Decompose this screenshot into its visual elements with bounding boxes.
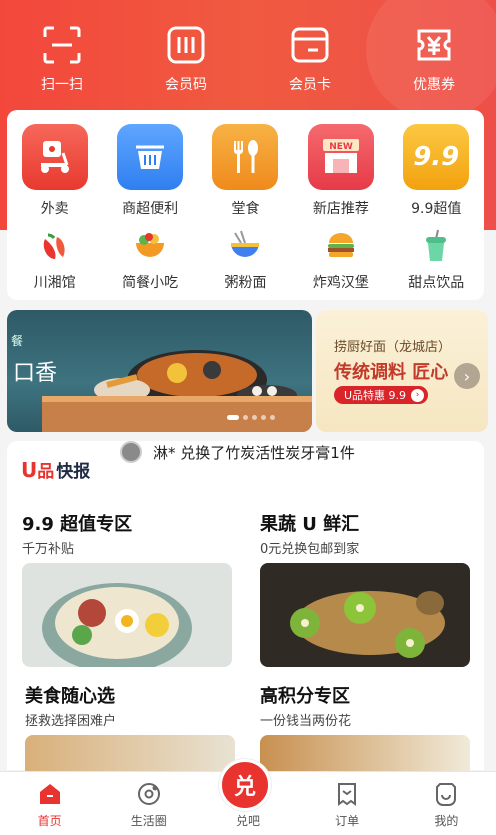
kiwi-image (260, 563, 470, 667)
member-card-icon (289, 24, 331, 66)
promo-fruit-veg[interactable]: 果蔬 U 鲜汇 0元兑换包邮到家 (260, 510, 475, 667)
new-badge: NEW (329, 142, 353, 152)
news-brand: U 品 快报 (21, 457, 91, 483)
tab-label: 生活圈 (130, 814, 167, 828)
category-label: 堂食 (231, 201, 260, 217)
promo-title: 高积分专区 (260, 686, 350, 707)
category-label: 甜点饮品 (408, 275, 465, 291)
main-banner[interactable]: 餐 口香 (7, 310, 312, 432)
coupon-label: 优惠券 (413, 77, 455, 93)
new-store-icon: NEW (307, 124, 374, 190)
promo-high-points[interactable]: 高积分专区 一份钱当两份花 (260, 682, 475, 785)
nine-nine-icon: 9.9 (403, 124, 470, 190)
bowl-food-icon (131, 228, 169, 264)
category-snacks[interactable]: 简餐小吃 (102, 228, 197, 292)
promo-subtitle: 千万补贴 (22, 542, 75, 557)
category-takeout[interactable]: 外卖 (7, 124, 102, 218)
promo-title: 美食随心选 (25, 686, 115, 707)
category-desserts[interactable]: 甜点饮品 (389, 228, 484, 292)
category-label: 9.9超值 (411, 201, 462, 217)
tab-label: 兑吧 (235, 814, 260, 828)
pill-label: U品特惠 9.9 (344, 389, 407, 402)
promo-food-picks[interactable]: 美食随心选 拯救选择困难户 (25, 682, 240, 785)
burger-icon (322, 228, 360, 264)
category-label: 外卖 (40, 201, 69, 217)
coupon-icon (413, 24, 455, 66)
category-sichuan[interactable]: 川湘馆 (7, 228, 102, 292)
category-label: 简餐小吃 (122, 275, 179, 291)
drink-icon (417, 228, 455, 264)
tab-label: 首页 (37, 814, 62, 828)
rice-bowl-image (22, 563, 232, 667)
chevron-right-icon: › (463, 366, 471, 386)
tab-label: 我的 (434, 814, 459, 828)
category-value-deals[interactable]: 9.9 9.9超值 (389, 124, 484, 218)
side-banner[interactable]: 捞厨好面（龙城店） 传统调料 匠心 U品特惠 9.9 › › (316, 310, 488, 432)
side-banner-store: 捞厨好面（龙城店） (334, 340, 452, 355)
scooter-icon (21, 124, 88, 190)
tab-life-circle[interactable]: 生活圈 (99, 772, 198, 835)
category-label: 商超便利 (122, 201, 179, 217)
promo-grid: 9.9 超值专区 千万补贴 果蔬 U 鲜汇 0元兑换包邮到家 美食随心选 拯救选… (7, 500, 484, 785)
side-banner-headline: 传统调料 匠心 (334, 362, 449, 383)
category-burgers[interactable]: 炸鸡汉堡 (293, 228, 388, 292)
scan-button[interactable]: 扫一扫 (0, 24, 124, 94)
fork-spoon-icon (212, 124, 279, 190)
arrow-right-icon: › (411, 388, 425, 402)
tab-orders[interactable]: 订单 (298, 772, 397, 835)
scan-label: 扫一扫 (41, 77, 83, 93)
promo-subtitle: 一份钱当两份花 (260, 714, 352, 729)
nine-nine-glyph: 9.9 (413, 142, 460, 172)
exchange-glyph: 兑 (233, 775, 256, 800)
avatar (120, 441, 142, 463)
brand-kuaibao: 快报 (56, 462, 91, 482)
brand-u: U (21, 457, 38, 482)
profile-icon (432, 780, 460, 808)
promo-value-zone[interactable]: 9.9 超值专区 千万补贴 (22, 510, 237, 667)
coupon-button[interactable]: 优惠券 (372, 24, 496, 94)
category-card: 外卖 商超便利 堂食 NEW 新店推荐 9.9 9.9超值 川湘馆 简餐小吃 粥… (7, 110, 484, 300)
category-dine-in[interactable]: 堂食 (198, 124, 293, 218)
member-card-button[interactable]: 会员卡 (248, 24, 372, 94)
member-card-label: 会员卡 (289, 77, 331, 93)
home-icon (36, 780, 64, 808)
quick-actions: 扫一扫 会员码 会员卡 优惠券 (0, 24, 496, 94)
tab-home[interactable]: 首页 (0, 772, 99, 835)
member-code-label: 会员码 (165, 77, 207, 93)
category-label: 川湘馆 (33, 275, 76, 291)
basket-icon (117, 124, 184, 190)
category-new-store[interactable]: NEW 新店推荐 (293, 124, 388, 218)
category-label: 新店推荐 (312, 201, 369, 217)
category-label: 炸鸡汉堡 (312, 275, 369, 291)
promo-title: 果蔬 U 鲜汇 (260, 514, 360, 535)
news-card: U 品 快报 淋* 兑换了竹炭活性炭牙膏1件 (7, 441, 484, 501)
news-message[interactable]: 淋* 兑换了竹炭活性炭牙膏1件 (153, 442, 355, 463)
member-code-button[interactable]: 会员码 (124, 24, 248, 94)
order-icon (333, 780, 361, 808)
scan-icon (41, 24, 83, 66)
category-label: 粥粉面 (224, 275, 267, 291)
life-circle-icon (135, 780, 163, 808)
tab-profile[interactable]: 我的 (397, 772, 496, 835)
tab-label: 订单 (335, 814, 360, 828)
brand-pin: 品 (37, 462, 55, 482)
promo-subtitle: 0元兑换包邮到家 (260, 542, 360, 557)
chili-icon (36, 228, 74, 264)
banner-prefix: 餐 (11, 334, 24, 348)
noodle-bowl-icon (226, 228, 264, 264)
side-banner-pill[interactable]: U品特惠 9.9 › (334, 386, 429, 404)
carousel-next-button[interactable]: › (454, 363, 480, 389)
exchange-icon[interactable]: 兑 (219, 759, 271, 811)
category-supermarket[interactable]: 商超便利 (102, 124, 197, 218)
carousel-dots (227, 415, 275, 420)
promo-title: 9.9 超值专区 (22, 514, 133, 535)
promo-subtitle: 拯救选择困难户 (25, 714, 117, 729)
member-code-icon (165, 24, 207, 66)
category-noodles[interactable]: 粥粉面 (198, 228, 293, 292)
